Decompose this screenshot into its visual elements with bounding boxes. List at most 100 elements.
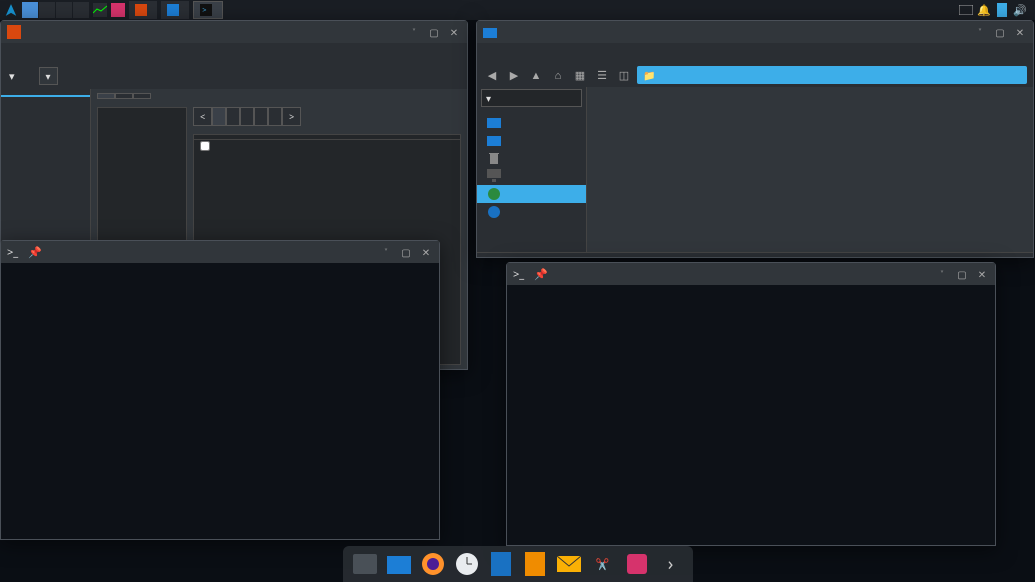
maximize-button[interactable]: ▢	[993, 25, 1007, 39]
service-item[interactable]	[194, 140, 460, 152]
menu-file[interactable]	[5, 51, 21, 55]
menu-edit[interactable]	[497, 51, 513, 55]
svg-text:>: >	[202, 5, 206, 15]
svctab-next[interactable]: >	[282, 107, 301, 126]
dock-scissors-icon[interactable]: ✂️	[589, 550, 617, 578]
apps-statusbar	[477, 252, 1033, 257]
place-desktop[interactable]	[477, 131, 586, 149]
nav-up-icon[interactable]: ▲	[527, 66, 545, 84]
htop-terminal[interactable]	[507, 285, 995, 545]
apps-titlebar[interactable]: ˅ ▢ ✕	[477, 21, 1033, 43]
firewall-menubar	[1, 43, 467, 63]
list-mode-select[interactable]: ▾	[481, 89, 582, 107]
dock-clock-icon[interactable]	[453, 550, 481, 578]
konsole-bash-titlebar[interactable]: >_ 📌 ˅ ▢ ✕	[1, 241, 439, 263]
dock-dice-icon[interactable]	[623, 550, 651, 578]
dock-more-icon[interactable]: ›	[657, 550, 685, 578]
place-home[interactable]	[477, 113, 586, 131]
konsole-htop-window: >_ 📌 ˅ ▢ ✕	[506, 262, 996, 546]
menu-tools[interactable]	[561, 51, 577, 55]
konsole-htop-titlebar[interactable]: >_ 📌 ˅ ▢ ✕	[507, 263, 995, 285]
firewall-titlebar[interactable]: ˅ ▢ ✕	[1, 21, 467, 43]
menu-options[interactable]	[21, 51, 37, 55]
svctab-prev[interactable]: <	[193, 107, 212, 126]
folder-icon	[483, 25, 497, 39]
menu-go[interactable]	[529, 51, 545, 55]
minimize-button[interactable]: ˅	[973, 25, 987, 39]
applications-window: ˅ ▢ ✕ ◀ ▶ ▲ ⌂ ▦ ☰ ◫ 📁 ▾	[476, 20, 1034, 258]
svctab-masq[interactable]	[268, 107, 282, 126]
task-applications[interactable]	[161, 1, 189, 19]
path-bar[interactable]: 📁	[637, 66, 1027, 84]
pager-1[interactable]	[22, 2, 38, 18]
nav-back-icon[interactable]: ◀	[483, 66, 501, 84]
minimize-button[interactable]: ˅	[935, 267, 949, 281]
keyboard-icon[interactable]	[959, 3, 973, 17]
volume-icon[interactable]: 🔊	[1013, 3, 1027, 17]
place-computer[interactable]	[477, 167, 586, 185]
tab-ipsets[interactable]	[133, 93, 151, 99]
view-icon-icon[interactable]: ▦	[571, 66, 589, 84]
sensor-icon[interactable]	[111, 3, 125, 17]
pager-3[interactable]	[56, 2, 72, 18]
menu-help[interactable]	[53, 51, 69, 55]
firewall-icon	[7, 25, 21, 39]
bash-terminal[interactable]	[1, 263, 439, 539]
maximize-button[interactable]: ▢	[399, 245, 413, 259]
nav-home-icon[interactable]: ⌂	[549, 66, 567, 84]
place-network[interactable]	[477, 203, 586, 221]
dock-mail-icon[interactable]	[555, 550, 583, 578]
task-firewall[interactable]	[129, 1, 157, 19]
tab-zones[interactable]	[97, 93, 115, 99]
close-button[interactable]: ✕	[1013, 25, 1027, 39]
minimize-button[interactable]: ˅	[407, 25, 421, 39]
svctab-protocols[interactable]	[240, 107, 254, 126]
config-select[interactable]: ▾	[39, 67, 58, 85]
close-button[interactable]: ✕	[419, 245, 433, 259]
menu-help[interactable]	[577, 51, 593, 55]
view-list-icon[interactable]: ☰	[593, 66, 611, 84]
svctab-services[interactable]	[212, 107, 226, 126]
task-konsole[interactable]: >	[193, 1, 223, 19]
notification-icon[interactable]: 🔔	[977, 3, 991, 17]
menu-file[interactable]	[481, 51, 497, 55]
apps-grid	[587, 87, 1033, 252]
close-button[interactable]: ✕	[447, 25, 461, 39]
svctab-sourceports[interactable]	[254, 107, 268, 126]
place-applications[interactable]	[477, 185, 586, 203]
minimize-button[interactable]: ˅	[379, 245, 393, 259]
terminal-icon: >_	[7, 245, 18, 260]
maximize-button[interactable]: ▢	[955, 267, 969, 281]
top-panel: > 🔔 🔊	[0, 0, 1035, 20]
pin-icon[interactable]: 📌	[534, 267, 548, 282]
place-trash[interactable]	[477, 149, 586, 167]
removable-icon[interactable]	[995, 3, 1009, 17]
konsole-bash-window: >_ 📌 ˅ ▢ ✕	[0, 240, 440, 540]
svctab-ports[interactable]	[226, 107, 240, 126]
dock-files-icon[interactable]	[351, 550, 379, 578]
dock-folder-icon[interactable]	[385, 550, 413, 578]
apps-sidebar: ▾	[477, 87, 587, 252]
dock-editor-icon[interactable]	[521, 550, 549, 578]
dock-writer-icon[interactable]	[487, 550, 515, 578]
nav-forward-icon[interactable]: ▶	[505, 66, 523, 84]
pager-2[interactable]	[39, 2, 55, 18]
tab-services[interactable]	[115, 93, 133, 99]
arch-logo-icon[interactable]	[4, 3, 18, 17]
maximize-button[interactable]: ▢	[427, 25, 441, 39]
sources-header	[1, 103, 90, 107]
close-button[interactable]: ✕	[975, 267, 989, 281]
menu-view[interactable]	[513, 51, 529, 55]
service-checkbox[interactable]	[200, 141, 210, 151]
split-icon[interactable]: ◫	[615, 66, 633, 84]
desktop-pager	[22, 2, 89, 18]
dock-firefox-icon[interactable]	[419, 550, 447, 578]
pin-icon[interactable]: 📌	[28, 245, 42, 260]
cpu-graph-icon[interactable]	[93, 3, 107, 17]
zone-item[interactable]	[98, 120, 186, 122]
menu-bookmarks[interactable]	[545, 51, 561, 55]
dock: ✂️ ›	[343, 546, 693, 582]
devices-header	[477, 221, 586, 225]
pager-4[interactable]	[73, 2, 89, 18]
menu-view[interactable]	[37, 51, 53, 55]
